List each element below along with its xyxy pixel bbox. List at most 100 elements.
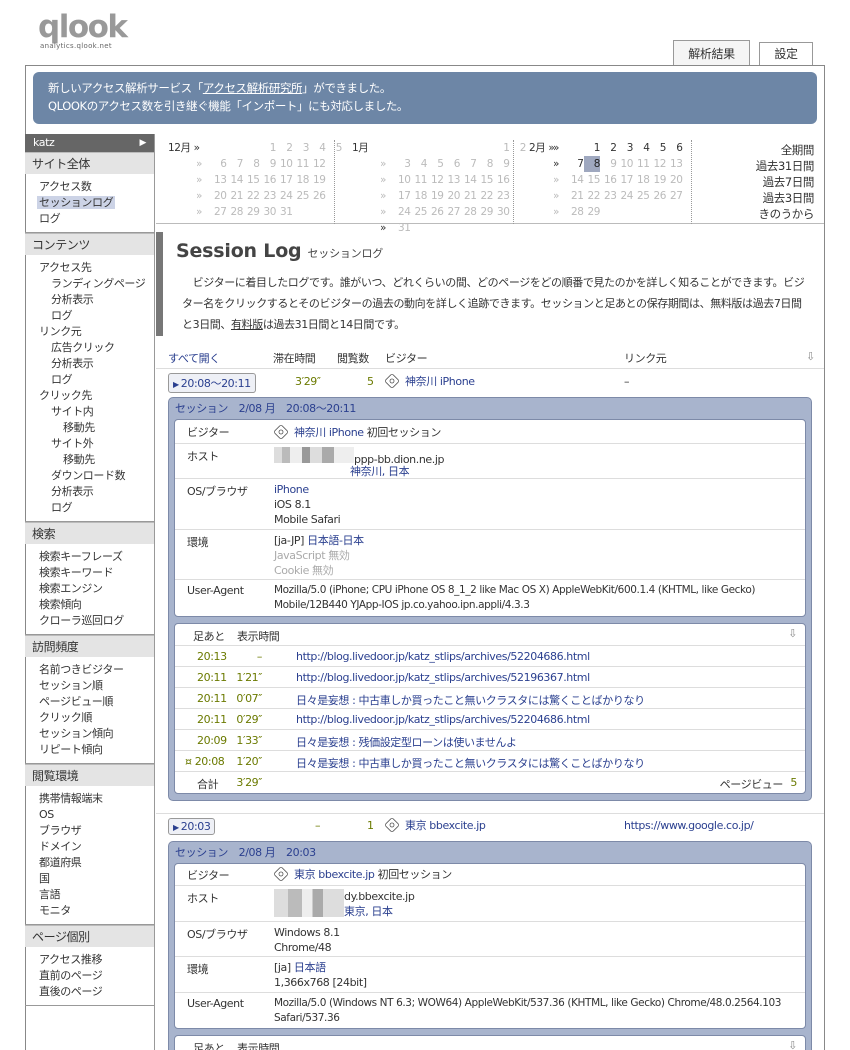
sidebar-item[interactable]: ログ: [25, 211, 154, 227]
calendar-day[interactable]: 22: [477, 188, 493, 204]
sidebar-item[interactable]: ランディングページ: [25, 276, 154, 292]
sidebar-item[interactable]: 携帯情報端末: [25, 791, 154, 807]
range-3days[interactable]: 過去3日間: [756, 190, 815, 206]
calendar-day[interactable]: 8: [243, 156, 260, 172]
calendar-day[interactable]: 3: [293, 140, 310, 156]
calendar-day[interactable]: 26: [650, 188, 666, 204]
calendar-day[interactable]: 15: [243, 172, 260, 188]
footprint-page-link[interactable]: http://blog.livedoor.jp/katz_stlips/arch…: [296, 671, 590, 684]
sidebar-item[interactable]: ページビュー順: [25, 694, 154, 710]
week-link[interactable]: »: [553, 172, 567, 188]
calendar-day[interactable]: 5: [650, 140, 667, 156]
calendar-day[interactable]: 22: [243, 188, 260, 204]
calendar-day[interactable]: 2: [276, 140, 293, 156]
notice-link-lab[interactable]: アクセス解析研究所: [203, 81, 303, 95]
calendar-day[interactable]: 25: [633, 188, 650, 204]
calendar-day[interactable]: 12: [309, 156, 326, 172]
sidebar-item[interactable]: アクセス推移: [25, 952, 154, 968]
calendar-day[interactable]: 23: [260, 188, 276, 204]
host-location[interactable]: 東京, 日本: [344, 904, 414, 919]
sidebar-item[interactable]: 言語: [25, 887, 154, 903]
week-link[interactable]: »: [196, 172, 210, 188]
calendar-day[interactable]: 29: [243, 204, 260, 220]
tab-analysis-results[interactable]: 解析結果: [673, 40, 750, 66]
sidebar-item[interactable]: ログ: [25, 308, 154, 324]
calendar-day[interactable]: 8: [477, 156, 494, 172]
week-link[interactable]: »: [380, 172, 394, 188]
week-link[interactable]: »: [196, 156, 210, 172]
qlook-logo[interactable]: qlook analytics.qlook.net: [38, 12, 128, 51]
week-link[interactable]: »: [380, 156, 394, 172]
calendar-day[interactable]: 21: [567, 188, 584, 204]
language-link[interactable]: 日本語: [294, 961, 326, 974]
calendar-day[interactable]: 3: [394, 156, 411, 172]
sidebar-item[interactable]: セッションログ: [25, 195, 154, 211]
sidebar-item[interactable]: リンク元: [25, 324, 154, 340]
footprint-page-link[interactable]: http://blog.livedoor.jp/katz_stlips/arch…: [296, 713, 590, 726]
footprint-page-link[interactable]: 日々是妄想 : 中古車しか買ったこと無いクラスタには驚くことばかりなり: [296, 692, 645, 708]
calendar-day[interactable]: 29: [477, 204, 493, 220]
sidebar-item[interactable]: 検索エンジン: [25, 581, 154, 597]
calendar-day[interactable]: 29: [584, 204, 600, 220]
calendar-day[interactable]: 10: [394, 172, 411, 188]
week-link[interactable]: »: [196, 188, 210, 204]
calendar-day[interactable]: 15: [477, 172, 493, 188]
sidebar-item[interactable]: 検索キーフレーズ: [25, 549, 154, 565]
calendar-day[interactable]: 8: [583, 156, 600, 172]
calendar-day[interactable]: 25: [411, 204, 427, 220]
calendar-day[interactable]: 17: [276, 172, 293, 188]
sidebar-item[interactable]: セッション順: [25, 678, 154, 694]
calendar-day[interactable]: 2: [600, 140, 617, 156]
range-since-yesterday[interactable]: きのうから: [756, 206, 815, 222]
calendar-day[interactable]: 7: [460, 156, 477, 172]
week-link[interactable]: »: [553, 188, 567, 204]
calendar-day[interactable]: 20: [444, 188, 460, 204]
week-link[interactable]: »: [553, 140, 567, 156]
calendar-day[interactable]: 25: [293, 188, 309, 204]
calendar-day[interactable]: 26: [309, 188, 326, 204]
calendar-day[interactable]: 5: [427, 156, 444, 172]
sidebar-item[interactable]: 直前のページ: [25, 968, 154, 984]
calendar-day[interactable]: 6: [444, 156, 461, 172]
calendar-day[interactable]: 10: [276, 156, 293, 172]
download-icon[interactable]: ⇩: [806, 350, 815, 363]
calendar-day[interactable]: 13: [666, 156, 683, 172]
calendar-day[interactable]: 22: [584, 188, 600, 204]
calendar-day[interactable]: 11: [293, 156, 309, 172]
calendar-day[interactable]: 4: [309, 140, 326, 156]
calendar-day[interactable]: 3: [617, 140, 634, 156]
calendar-day[interactable]: 18: [633, 172, 650, 188]
sidebar-item[interactable]: サイト外: [25, 436, 154, 452]
range-31days[interactable]: 過去31日間: [756, 158, 815, 174]
calendar-day[interactable]: 21: [460, 188, 477, 204]
footprint-page-link[interactable]: 日々是妄想 : 中古車しか買ったこと無いクラスタには驚くことばかりなり: [296, 755, 645, 771]
calendar-day[interactable]: 19: [309, 172, 326, 188]
sidebar-item[interactable]: クローラ巡回ログ: [25, 613, 154, 629]
calendar-day[interactable]: 19: [427, 188, 444, 204]
download-icon[interactable]: ⇩: [788, 627, 797, 640]
paid-version-link[interactable]: 有料版: [231, 318, 263, 331]
sidebar-item[interactable]: OS: [25, 807, 154, 823]
calendar-day[interactable]: 1: [584, 140, 601, 156]
sidebar-item[interactable]: 都道府県: [25, 855, 154, 871]
sidebar-item[interactable]: 名前つきビジター: [25, 662, 154, 678]
visitor-link[interactable]: 東京 bbexcite.jp: [294, 868, 375, 881]
calendar-day[interactable]: 2: [510, 140, 527, 156]
week-link[interactable]: »: [380, 220, 394, 236]
week-link[interactable]: »: [553, 204, 567, 220]
sidebar-item[interactable]: 広告クリック: [25, 340, 154, 356]
calendar-day[interactable]: 19: [650, 172, 666, 188]
calendar-day[interactable]: 9: [260, 156, 277, 172]
sidebar-item[interactable]: 直後のページ: [25, 984, 154, 1000]
calendar-day[interactable]: 27: [666, 188, 683, 204]
calendar-day[interactable]: 31: [394, 220, 411, 236]
calendar-day[interactable]: 18: [411, 188, 427, 204]
calendar-day[interactable]: 14: [227, 172, 243, 188]
calendar-day[interactable]: 23: [600, 188, 617, 204]
calendar-day[interactable]: 16: [493, 172, 510, 188]
referrer-link[interactable]: https://www.google.co.jp/: [624, 819, 754, 832]
sidebar-item[interactable]: クリック順: [25, 710, 154, 726]
calendar-day[interactable]: 24: [617, 188, 633, 204]
calendar-day[interactable]: 27: [444, 204, 460, 220]
calendar-day[interactable]: 26: [427, 204, 444, 220]
